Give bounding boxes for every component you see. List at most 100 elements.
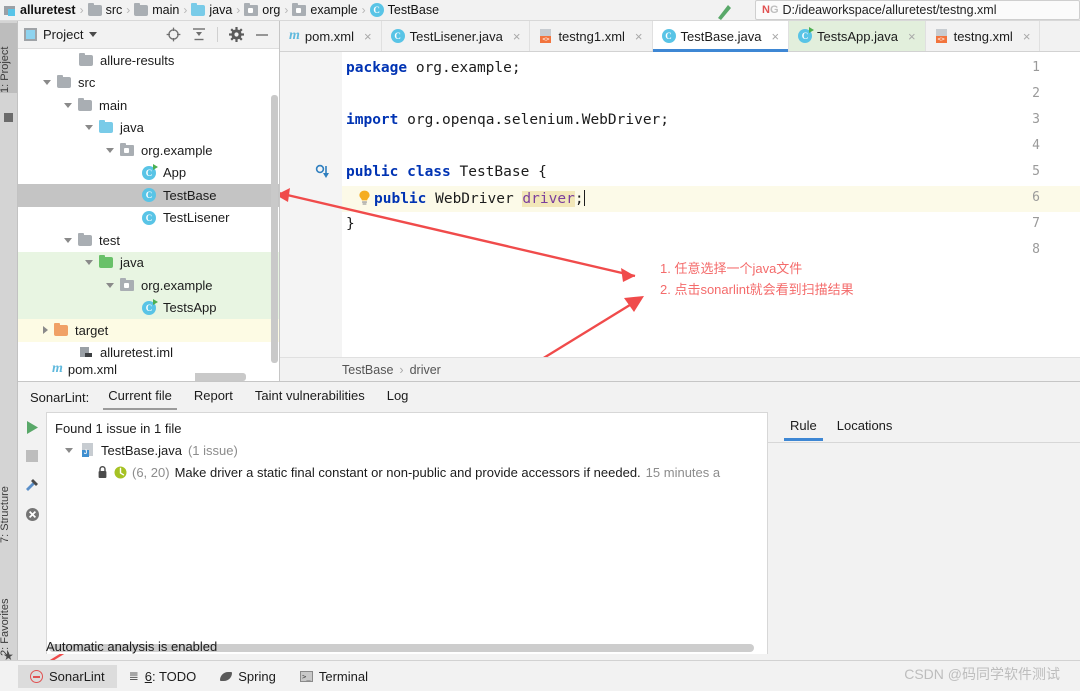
editor-tab-testng1-xml[interactable]: testng1.xml × [530,21,653,51]
tree-item-src[interactable]: src [18,72,279,95]
tree-item-testsapp[interactable]: C TestsApp [18,296,279,319]
tab-current-file[interactable]: Current file [97,384,183,410]
chevron-down-icon[interactable] [85,260,93,266]
chevron-down-icon[interactable] [64,237,72,243]
run-configuration-selector[interactable]: NG D:/ideaworkspace/alluretest/testng.xm… [755,0,1080,20]
close-icon[interactable]: × [364,29,372,44]
chevron-down-icon[interactable] [106,282,114,288]
editor-tab-label: pom.xml [304,28,355,44]
configure-icon[interactable] [24,477,40,493]
breadcrumb-item-alluretest[interactable]: alluretest [4,3,76,17]
folder-icon [78,97,92,111]
editor-tab-label: TestBase.java [680,28,762,44]
chevron-right-icon[interactable] [43,326,48,335]
chevron-down-icon[interactable] [106,147,114,153]
sonarlint-issue-list[interactable]: Found 1 issue in 1 file TestBase.java (1… [46,412,768,654]
issue-file-name: TestBase.java [101,442,182,458]
status-item-shortcut: 6 [144,668,152,684]
status-item-label: Spring [238,668,276,684]
breadcrumb-item-java[interactable]: java [191,2,233,17]
issue-file-node[interactable]: TestBase.java (1 issue) [47,439,767,461]
status-item-todo[interactable]: ≣ 6: TODO [117,665,209,688]
stop-icon[interactable] [25,449,39,463]
breadcrumb-item-org[interactable]: org [244,2,281,17]
breadcrumb-label: org [262,3,281,17]
close-icon[interactable]: × [1023,29,1031,44]
close-icon[interactable]: × [908,29,916,44]
status-item-sonarlint[interactable]: SonarLint [18,664,117,688]
tab-report[interactable]: Report [183,384,244,410]
breadcrumb-item-src[interactable]: src [87,2,122,17]
settings-icon[interactable] [229,27,244,42]
package-icon [292,2,307,16]
breadcrumb-item-example[interactable]: example [292,2,358,17]
close-icon[interactable]: × [771,29,779,44]
tree-item-org-example[interactable]: org.example [18,274,279,297]
clear-icon[interactable] [25,507,40,522]
tab-taint-vulnerabilities[interactable]: Taint vulnerabilities [244,384,376,410]
code-line-7: } [346,216,355,232]
code-editor[interactable]: 1 2 3 4 5 6 7 8 package org.example; imp… [280,52,1080,357]
status-item-terminal[interactable]: >_ Terminal [288,665,380,688]
code-text: } [346,216,355,232]
xml-icon [935,29,949,43]
locate-icon[interactable] [166,27,181,42]
tree-vertical-scrollbar[interactable] [271,95,278,363]
chevron-down-icon[interactable] [85,125,93,131]
project-tree[interactable]: allure-results src main java org.example C App… [18,49,279,381]
editor-tab-testbase-java[interactable]: C TestBase.java × [652,21,790,52]
sonarlint-icon [30,669,43,683]
field-name: driver [522,191,575,207]
tree-item-testlisener[interactable]: C TestLisener [18,207,279,230]
source-folder-icon [191,2,206,16]
chevron-down-icon[interactable] [89,32,98,37]
tree-item-icon: C [141,163,158,180]
tree-item-testbase[interactable]: C TestBase [18,184,279,207]
breadcrumb-item-main[interactable]: main [134,2,180,17]
breadcrumb-member: driver [409,362,441,377]
run-analysis-icon[interactable] [25,420,40,435]
tree-item-java[interactable]: java [18,117,279,140]
tool-button-project[interactable]: 1: Project [0,23,17,93]
keyword: public [374,191,427,207]
tree-item-icon [119,277,135,291]
issue-row[interactable]: (6, 20) Make driver a static final const… [47,461,767,483]
tree-item-org-example[interactable]: org.example [18,139,279,162]
chevron-down-icon[interactable] [65,447,73,453]
tree-item-java[interactable]: java [18,251,279,274]
close-icon[interactable]: × [635,29,643,44]
editor-gutter[interactable] [280,52,342,357]
java-file-icon [81,443,95,457]
run-button[interactable] [715,2,739,20]
editor-breadcrumb[interactable]: TestBase › driver [280,363,441,377]
tree-item-main[interactable]: main [18,94,279,117]
status-item-spring[interactable]: Spring [208,665,288,688]
code-content[interactable]: package org.example; import org.openqa.s… [342,52,1080,357]
editor-tab-testlisener-java[interactable]: C TestLisener.java × [382,21,531,51]
code-type: WebDriver [426,191,523,207]
tree-item-test[interactable]: test [18,229,279,252]
collapse-all-icon[interactable] [192,27,206,42]
chevron-down-icon[interactable] [64,102,72,108]
editor-tab-testng-xml[interactable]: testng.xml × [926,21,1041,51]
hide-icon[interactable] [255,28,269,42]
breadcrumb-label: java [209,3,233,17]
tab-locations[interactable]: Locations [829,414,901,441]
tool-button-favorites[interactable]: 2: Favorites [0,561,17,656]
editor-tab-testsapp-java[interactable]: C TestsApp.java × [789,21,926,51]
breadcrumb-label: main [152,3,180,17]
pom-xml-tab[interactable]: m pom.xml [30,357,195,381]
editor-tab-pom-xml[interactable]: m pom.xml × [280,21,382,51]
override-icon[interactable] [315,164,331,180]
close-icon[interactable]: × [513,29,521,44]
tree-item-target[interactable]: target [18,319,279,342]
tree-item-allure-results[interactable]: allure-results [18,49,279,72]
tree-item-app[interactable]: C App [18,162,279,185]
tab-rule[interactable]: Rule [782,414,825,441]
tree-item-icon [78,52,94,66]
tab-log[interactable]: Log [376,384,420,410]
tool-button-structure[interactable]: 7: Structure [0,451,17,543]
chevron-down-icon[interactable] [43,80,51,86]
project-tool-window: Project allure-results src main java org… [18,21,280,381]
breadcrumb-item-testbase[interactable]: C TestBase [369,3,439,17]
